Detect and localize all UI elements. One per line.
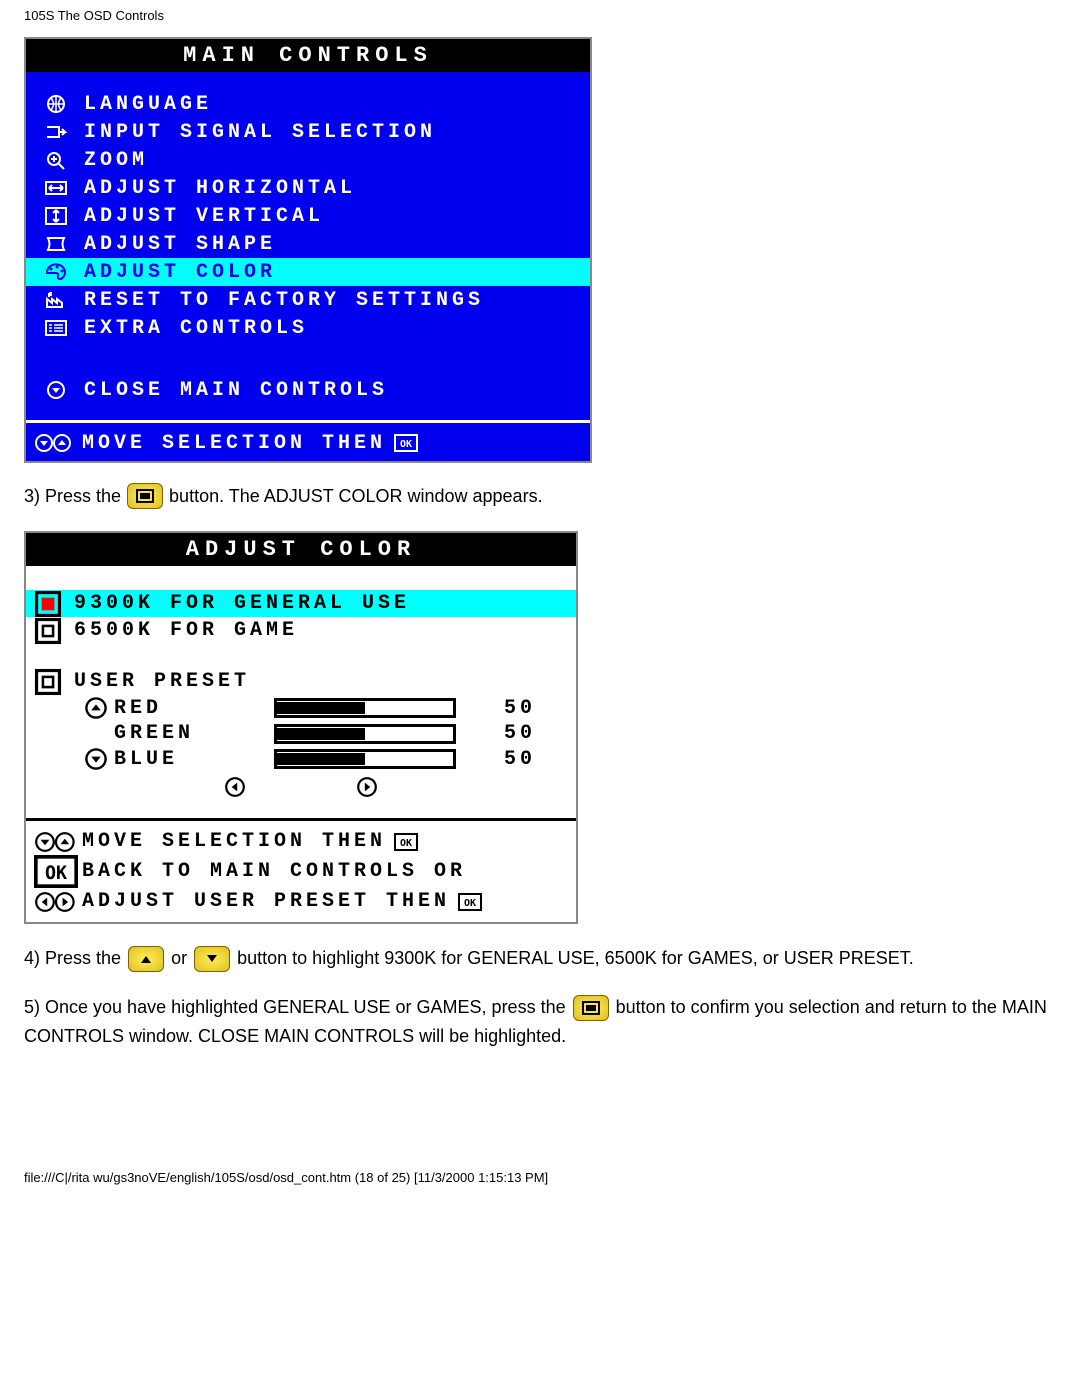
svg-text:OK: OK [45, 863, 67, 884]
extra-icon [38, 316, 74, 340]
radio-unselected-icon [34, 671, 62, 693]
rgb-blue: BLUE 50 [26, 746, 576, 772]
left-arrow-circle-icon [224, 776, 246, 798]
svg-text:OK: OK [464, 898, 476, 909]
page-footer-path: file:///C|/rita wu/gs3noVE/english/105S/… [24, 1170, 1080, 1185]
ok-icon: OK [394, 833, 418, 851]
radio-unselected-icon [34, 620, 62, 642]
svg-text:OK: OK [400, 439, 412, 450]
page-header: 105S The OSD Controls [0, 0, 1080, 37]
main-controls-panel: MAIN CONTROLS LANGUAGE INPUT SIGNAL SELE… [24, 37, 592, 463]
close-main-controls[interactable]: CLOSE MAIN CONTROLS [26, 348, 590, 410]
radio-selected-icon [34, 593, 62, 615]
menu-item-adjust-vertical[interactable]: ADJUST VERTICAL [26, 202, 590, 230]
up-button-icon [128, 946, 164, 972]
menu-item-adjust-shape[interactable]: ADJUST SHAPE [26, 230, 590, 258]
adjust-color-title: ADJUST COLOR [26, 533, 576, 566]
ok-button-icon [127, 483, 163, 509]
language-icon [38, 92, 74, 116]
ok-icon: OK [34, 855, 78, 888]
down-arrow-circle-icon [84, 747, 108, 771]
color-option-9300k[interactable]: 9300K FOR GENERAL USE [26, 590, 576, 617]
step4-text: 4) Press the or button to highlight 9300… [24, 944, 1056, 973]
down-arrow-circle-icon [38, 378, 74, 402]
ok-icon: OK [394, 434, 418, 452]
ok-button-icon [573, 995, 609, 1021]
green-slider[interactable] [274, 724, 456, 744]
zoom-icon [38, 148, 74, 172]
down-button-icon [194, 946, 230, 972]
menu-item-adjust-horizontal[interactable]: ADJUST HORIZONTAL [26, 174, 590, 202]
color-icon [38, 260, 74, 284]
rgb-red: RED 50 [26, 695, 576, 721]
color-option-user-preset[interactable]: USER PRESET [26, 668, 576, 695]
color-footer: MOVE SELECTION THEN OK OK BACK TO MAIN C… [26, 821, 576, 922]
menu-item-language[interactable]: LANGUAGE [26, 90, 590, 118]
up-down-icon [34, 831, 78, 853]
svg-text:OK: OK [400, 838, 412, 849]
red-slider[interactable] [274, 698, 456, 718]
color-option-6500k[interactable]: 6500K FOR GAME [26, 617, 576, 644]
ok-icon: OK [458, 893, 482, 911]
up-arrow-circle-icon [84, 696, 108, 720]
factory-icon [38, 288, 74, 312]
input-icon [38, 120, 74, 144]
adjust-color-panel: ADJUST COLOR 9300K FOR GENERAL USE 6500K… [24, 531, 578, 924]
menu-item-reset-factory[interactable]: RESET TO FACTORY SETTINGS [26, 286, 590, 314]
main-footer: MOVE SELECTION THEN OK [26, 423, 590, 461]
right-arrow-circle-icon [356, 776, 378, 798]
menu-item-extra-controls[interactable]: EXTRA CONTROLS [26, 314, 590, 342]
step3-text: 3) Press the button. The ADJUST COLOR wi… [24, 483, 1080, 509]
left-right-arrows [26, 772, 576, 810]
blue-slider[interactable] [274, 749, 456, 769]
menu-item-input-signal[interactable]: INPUT SIGNAL SELECTION [26, 118, 590, 146]
menu-item-adjust-color[interactable]: ADJUST COLOR [26, 258, 590, 286]
main-controls-title: MAIN CONTROLS [26, 39, 590, 72]
up-down-icon [34, 431, 74, 455]
menu-item-zoom[interactable]: ZOOM [26, 146, 590, 174]
left-right-icon [34, 891, 78, 913]
horizontal-icon [38, 176, 74, 200]
shape-icon [38, 232, 74, 256]
vertical-icon [38, 204, 74, 228]
rgb-green: GREEN 50 [26, 721, 576, 746]
step5-text: 5) Once you have highlighted GENERAL USE… [24, 993, 1056, 1051]
